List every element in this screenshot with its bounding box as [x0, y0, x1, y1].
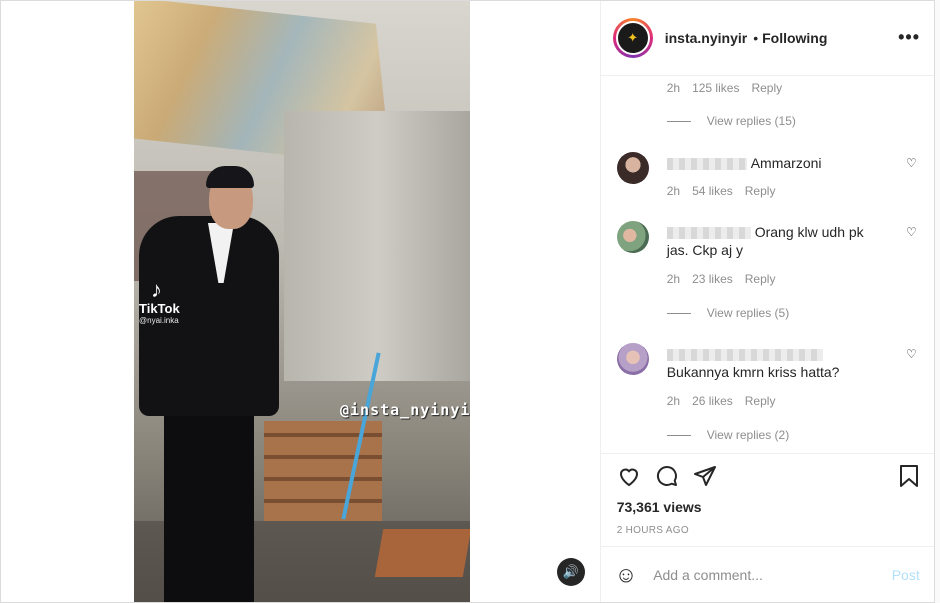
view-replies-label: View replies (5) — [706, 306, 790, 320]
video-person-legs — [164, 396, 254, 602]
blurred-username[interactable] — [666, 227, 751, 240]
post-header: ✦ insta.nyinyir • Following ••• — [600, 1, 934, 76]
comment-meta: 2h 23 likes Reply — [667, 272, 776, 286]
comment-likes[interactable]: 54 likes — [692, 184, 733, 198]
comment-time: 2h — [666, 272, 681, 286]
sound-toggle-button[interactable]: 🔊 — [557, 558, 585, 586]
following-button[interactable]: Following — [762, 30, 827, 46]
reply-button[interactable]: Reply — [751, 81, 782, 95]
blurred-username[interactable] — [666, 158, 747, 171]
comment-time: 2h — [666, 394, 681, 408]
avatar-image: ✦ — [615, 21, 650, 55]
video-crate-graphic — [264, 421, 382, 521]
comment-body: Bukannya kmrn kriss hatta? — [666, 364, 840, 380]
comment-likes[interactable]: 23 likes — [692, 272, 733, 286]
like-comment-heart-icon[interactable]: ♡ — [906, 225, 917, 239]
reply-button[interactable]: Reply — [745, 394, 776, 408]
divider-line — [666, 434, 691, 436]
emoji-icon[interactable]: ☺ — [615, 562, 637, 588]
tiktok-watermark: ♪ TikTok @nyai.inka — [139, 277, 180, 326]
comment-bubble-icon[interactable] — [655, 464, 679, 495]
comment-body: Ammarzoni — [750, 155, 822, 171]
comment-time: 2h — [666, 184, 681, 198]
post-card: ♪ TikTok @nyai.inka @insta_nyinyir 🔊 ✦ i… — [0, 0, 935, 603]
view-replies-button[interactable]: View replies (5) — [666, 306, 790, 320]
comment-likes[interactable]: 26 likes — [692, 394, 733, 408]
separator-dot: • — [753, 30, 759, 46]
view-count[interactable]: 73,361 views — [617, 499, 702, 515]
comment-text: Ammarzoni — [666, 154, 887, 172]
video-player[interactable]: ♪ TikTok @nyai.inka @insta_nyinyir — [134, 1, 470, 602]
reply-button[interactable]: Reply — [745, 272, 776, 286]
comment-avatar[interactable] — [616, 343, 649, 375]
post-comment-button[interactable]: Post — [892, 567, 920, 583]
comment-likes[interactable]: 125 likes — [692, 81, 739, 95]
post-timestamp[interactable]: 2 HOURS AGO — [617, 525, 689, 536]
tiktok-user: @nyai.inka — [139, 316, 179, 325]
divider-line — [666, 312, 691, 314]
comment-text: Orang klw udh pk jas. Ckp aj y — [666, 223, 887, 259]
username-link[interactable]: insta.nyinyir — [665, 30, 747, 46]
comment-time: 2h — [666, 81, 681, 95]
post-media: ♪ TikTok @nyai.inka @insta_nyinyir 🔊 — [1, 1, 600, 602]
like-heart-icon[interactable] — [617, 464, 641, 495]
view-replies-label: View replies (2) — [706, 428, 790, 442]
comments-list[interactable]: 2h 125 likes Reply View replies (15) Amm… — [601, 77, 934, 452]
speaker-icon: 🔊 — [562, 564, 580, 579]
tiktok-icon: ♪ — [151, 277, 162, 302]
view-replies-button[interactable]: View replies (2) — [666, 428, 790, 442]
profile-avatar[interactable]: ✦ — [612, 18, 653, 58]
video-stool-graphic — [374, 529, 470, 577]
comment-meta: 2h 125 likes Reply — [667, 81, 782, 95]
comment-avatar[interactable] — [616, 221, 649, 253]
more-options-icon[interactable]: ••• — [898, 27, 920, 48]
like-comment-heart-icon[interactable]: ♡ — [906, 156, 917, 170]
add-comment-bar: ☺ Post — [600, 546, 934, 602]
view-replies-button[interactable]: View replies (15) — [666, 114, 796, 128]
tiktok-label: TikTok — [139, 301, 180, 316]
video-watermark: @insta_nyinyir — [340, 401, 470, 419]
comment-meta: 2h 54 likes Reply — [667, 184, 776, 198]
divider-line — [666, 120, 691, 122]
share-paper-plane-icon[interactable] — [693, 464, 717, 495]
comment-avatar[interactable] — [616, 152, 649, 184]
reply-button[interactable]: Reply — [745, 184, 776, 198]
comment-meta: 2h 26 likes Reply — [667, 394, 776, 408]
video-person-hat — [206, 166, 254, 188]
view-replies-label: View replies (15) — [706, 114, 796, 128]
post-sidebar: ✦ insta.nyinyir • Following ••• 2h 125 l… — [599, 1, 934, 602]
save-bookmark-icon[interactable] — [898, 464, 920, 495]
video-wall-graphic — [284, 111, 470, 381]
post-actions: 73,361 views 2 HOURS AGO — [600, 453, 934, 545]
like-comment-heart-icon[interactable]: ♡ — [906, 347, 917, 361]
add-comment-input[interactable] — [653, 566, 892, 583]
blurred-username[interactable] — [666, 349, 823, 362]
comment-text: Bukannya kmrn kriss hatta? — [666, 345, 887, 381]
action-icons — [617, 464, 717, 495]
